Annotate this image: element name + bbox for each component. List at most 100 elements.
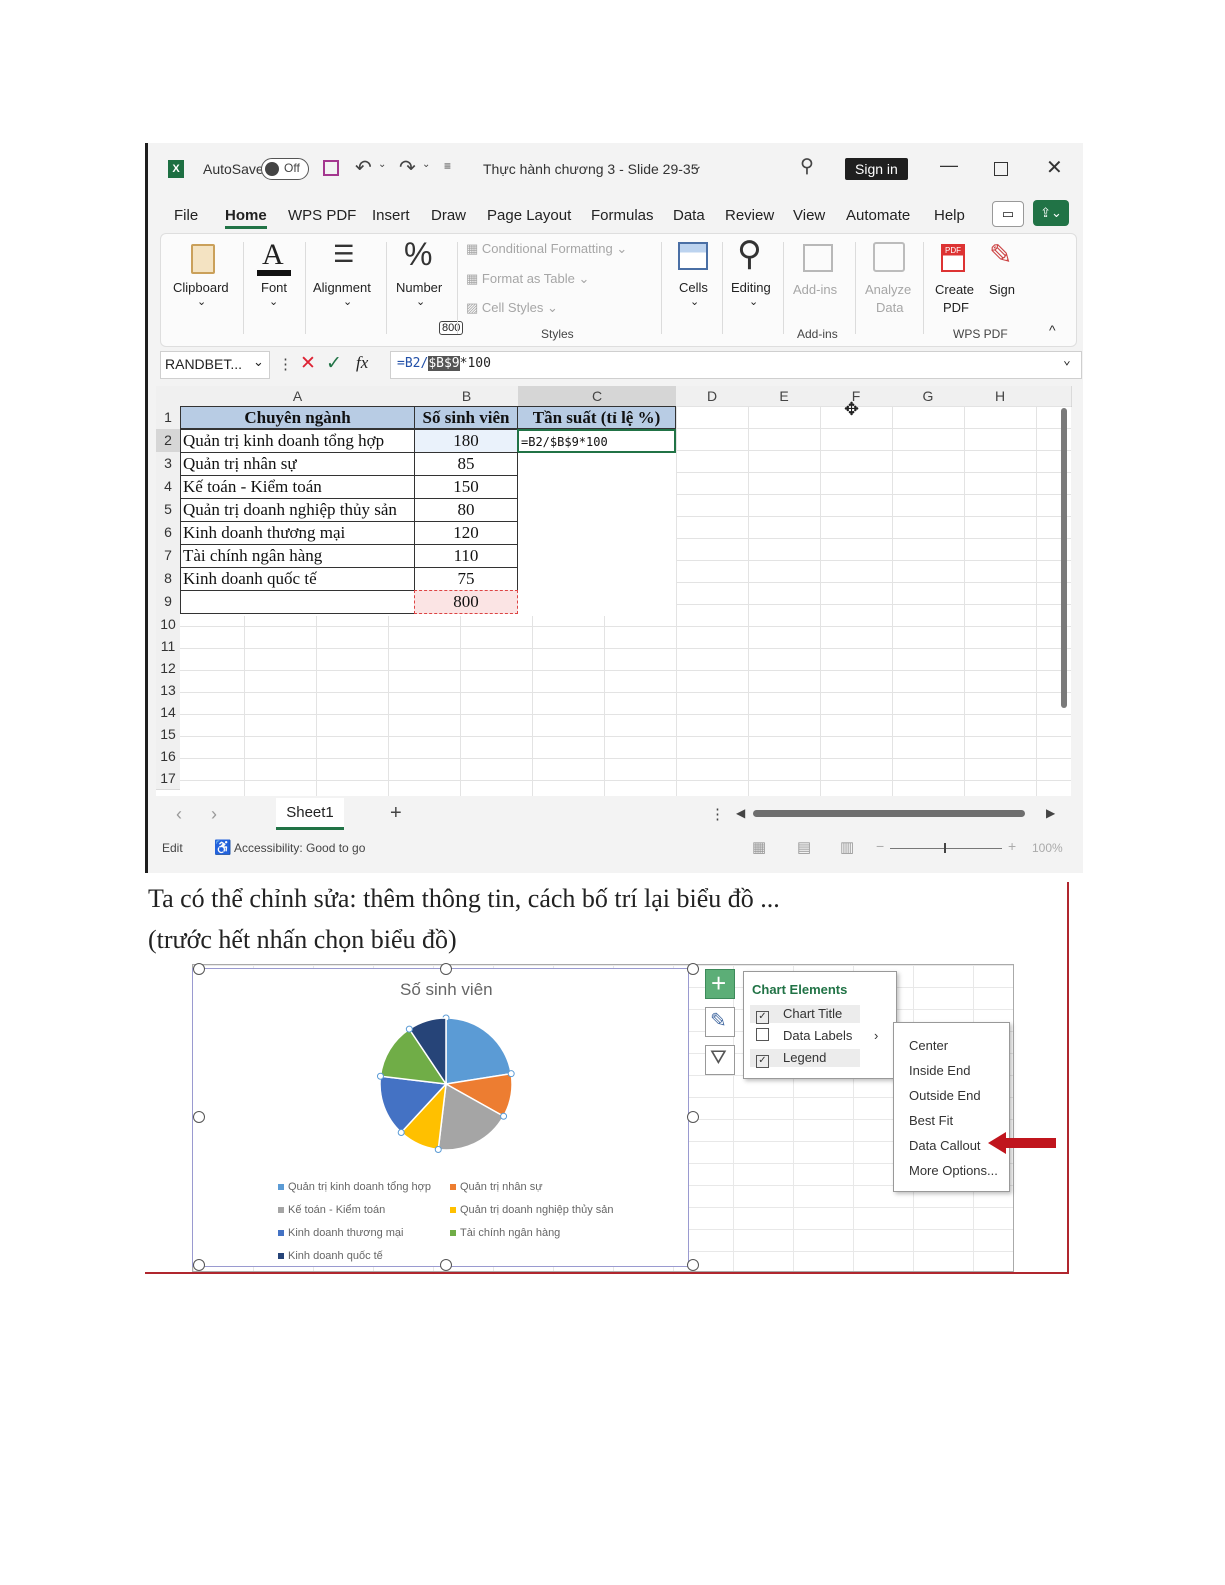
share-button[interactable]: ⇪⌄ <box>1033 200 1069 226</box>
clipboard-button[interactable]: Clipboard ⌄ <box>169 238 235 318</box>
column-header-h[interactable]: H <box>964 386 1037 407</box>
autosave-toggle[interactable]: Off <box>261 158 309 180</box>
row-header[interactable]: 9 <box>156 590 180 614</box>
legend-entry[interactable]: Quản trị doanh nghiệp thủy sản <box>450 1204 614 1216</box>
submenu-item-outside-end[interactable]: Outside End <box>909 1088 981 1103</box>
page-layout-view-icon[interactable]: ▤ <box>797 838 811 856</box>
editing-button[interactable]: ⚲ Editing ⌄ <box>727 235 782 318</box>
zoom-level[interactable]: 100% <box>1032 841 1063 855</box>
select-all-corner[interactable] <box>156 386 181 407</box>
customize-qat-icon[interactable]: ≡ <box>444 159 451 173</box>
resize-handle[interactable] <box>440 1259 452 1271</box>
undo-icon[interactable]: ↶ <box>355 155 372 180</box>
search-icon[interactable]: ⚲ <box>800 155 814 178</box>
legend-entry[interactable]: Quản trị kinh doanh tổng hợp <box>278 1181 431 1193</box>
accessibility-status[interactable]: Accessibility: Good to go <box>234 841 365 855</box>
cells-button[interactable]: Cells ⌄ <box>666 238 721 318</box>
table-cell-name[interactable]: Kinh doanh thương mại <box>180 521 415 545</box>
row-header[interactable]: 6 <box>156 521 180 545</box>
table-cell-name[interactable]: Quản trị nhân sự <box>180 452 415 476</box>
menu-file[interactable]: File <box>174 207 198 224</box>
row-header[interactable]: 3 <box>156 452 180 476</box>
next-sheet-icon[interactable]: › <box>211 804 217 825</box>
legend-entry[interactable]: Tài chính ngân hàng <box>450 1227 560 1239</box>
submenu-item-center[interactable]: Center <box>909 1038 948 1053</box>
column-header-c[interactable]: C <box>518 386 677 407</box>
cell-styles-button[interactable]: ▨ Cell Styles ⌄ <box>466 299 558 317</box>
table-cell-count[interactable]: 180 <box>414 429 518 453</box>
format-as-table-button[interactable]: ▦ Format as Table ⌄ <box>466 270 589 288</box>
more-icon[interactable]: ⋮ <box>278 355 293 373</box>
total-cell-b9[interactable]: 800 <box>414 590 518 614</box>
resize-handle[interactable] <box>193 1111 205 1123</box>
save-icon[interactable] <box>323 160 339 176</box>
undo-dropdown-icon[interactable]: ⌄ <box>378 159 386 170</box>
menu-data[interactable]: Data <box>673 207 705 224</box>
scroll-right-icon[interactable]: ▶ <box>1046 806 1055 820</box>
worksheet-grid[interactable]: A B C D E F G H 1 2 3 4 5 6 7 8 9 10 11 … <box>156 386 1072 796</box>
column-header-e[interactable]: E <box>748 386 821 407</box>
table-header-cell[interactable]: Tần suất (tỉ lệ %) <box>517 406 676 429</box>
table-cell-count[interactable]: 80 <box>414 498 518 522</box>
zoom-slider[interactable] <box>890 848 1002 849</box>
table-cell-name[interactable]: Kinh doanh quốc tế <box>180 567 415 591</box>
row-header[interactable]: 13 <box>156 679 180 702</box>
legend-entry[interactable]: Quản trị nhân sự <box>450 1181 543 1193</box>
close-icon[interactable]: ✕ <box>1046 155 1063 180</box>
row-header[interactable]: 16 <box>156 745 180 768</box>
row-header[interactable]: 2 <box>156 429 180 453</box>
table-cell-count[interactable]: 120 <box>414 521 518 545</box>
chart-title-option[interactable]: ✓ Chart Title <box>750 1005 860 1024</box>
normal-view-icon[interactable]: ▦ <box>752 838 766 856</box>
chart-filters-button[interactable]: ⛛ <box>705 1045 735 1075</box>
sheet-tab[interactable]: Sheet1 <box>276 798 344 830</box>
menu-insert[interactable]: Insert <box>372 207 410 224</box>
collapse-ribbon-icon[interactable]: ^ <box>1049 322 1056 338</box>
redo-dropdown-icon[interactable]: ⌄ <box>422 159 430 170</box>
submenu-item-inside-end[interactable]: Inside End <box>909 1063 970 1078</box>
legend-entry[interactable]: Kế toán - Kiểm toán <box>278 1204 385 1216</box>
name-box[interactable]: RANDBET... ⌄ <box>160 351 270 379</box>
table-header-cell[interactable]: Chuyên ngành <box>180 406 415 429</box>
column-header-g[interactable]: G <box>892 386 965 407</box>
menu-wps-pdf[interactable]: WPS PDF <box>288 207 356 224</box>
legend-option[interactable]: ✓ Legend <box>750 1049 860 1068</box>
table-cell-count[interactable]: 85 <box>414 452 518 476</box>
table-cell-name[interactable]: Quản trị doanh nghiệp thủy sản <box>180 498 415 522</box>
cancel-icon[interactable]: ✕ <box>300 352 316 375</box>
minimize-icon[interactable]: — <box>940 155 958 176</box>
resize-handle[interactable] <box>687 1111 699 1123</box>
maximize-icon[interactable] <box>994 162 1008 176</box>
formula-input[interactable]: =B2/$B$9*100 ⌄ <box>390 351 1082 379</box>
resize-handle[interactable] <box>687 963 699 975</box>
row-header[interactable]: 8 <box>156 567 180 591</box>
menu-draw[interactable]: Draw <box>431 207 466 224</box>
active-cell-c2[interactable]: =B2/$B$9*100 <box>517 429 676 453</box>
table-cell-count[interactable]: 75 <box>414 567 518 591</box>
more-icon[interactable]: ⋮ <box>710 805 725 823</box>
legend-entry[interactable]: Kinh doanh quốc tế <box>278 1250 383 1262</box>
submenu-item-more-options[interactable]: More Options... <box>909 1163 998 1178</box>
row-header[interactable]: 11 <box>156 635 180 658</box>
zoom-slider-thumb[interactable] <box>944 843 946 853</box>
resize-handle[interactable] <box>687 1259 699 1271</box>
font-button[interactable]: A Font ⌄ <box>249 238 305 318</box>
menu-help[interactable]: Help <box>934 207 965 224</box>
insert-function-icon[interactable]: fx <box>356 353 368 373</box>
analyze-data-button[interactable]: Analyze Data <box>861 238 921 318</box>
enter-icon[interactable]: ✓ <box>326 352 342 375</box>
table-cell-name[interactable]: Tài chính ngân hàng <box>180 544 415 568</box>
resize-handle[interactable] <box>440 963 452 975</box>
expand-formula-icon[interactable]: ⌄ <box>1063 353 1071 368</box>
add-ins-button[interactable]: Add-ins <box>789 238 849 318</box>
row-header[interactable]: 1 <box>156 406 180 430</box>
menu-automate[interactable]: Automate <box>846 207 910 224</box>
resize-handle[interactable] <box>193 1259 205 1271</box>
chart-elements-button[interactable]: + <box>705 968 735 999</box>
row-header[interactable]: 4 <box>156 475 180 499</box>
table-cell-count[interactable]: 150 <box>414 475 518 499</box>
row-header[interactable]: 17 <box>156 767 180 790</box>
scroll-left-icon[interactable]: ◀ <box>736 806 745 820</box>
pie-slice[interactable] <box>445 1017 513 1085</box>
row-header[interactable]: 10 <box>156 613 180 636</box>
